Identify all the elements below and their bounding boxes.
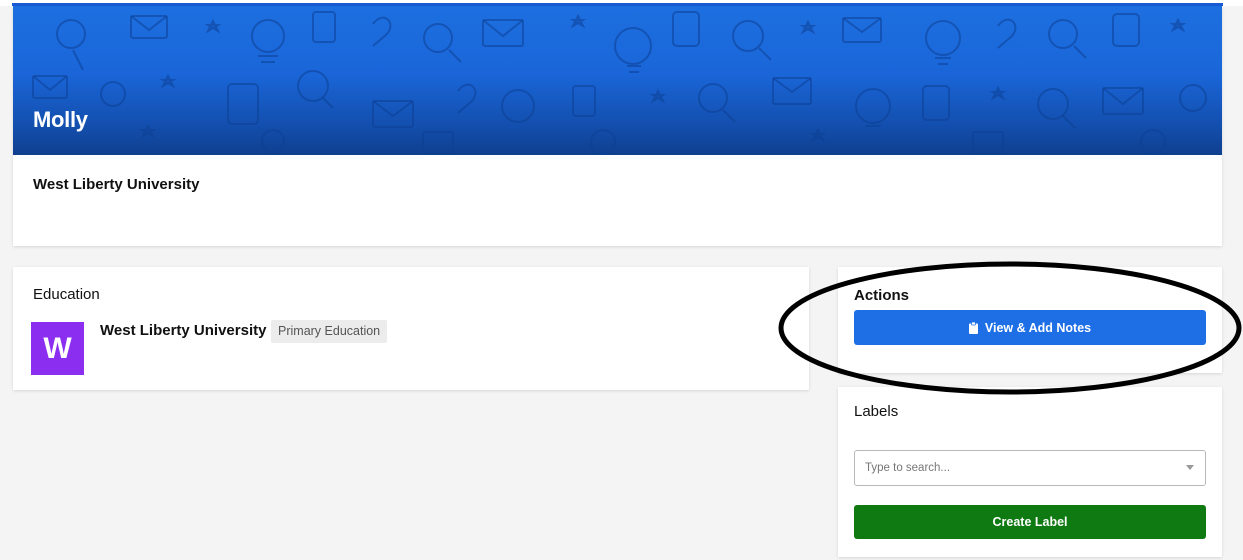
banner-pattern	[32, 11, 1207, 155]
education-school-name[interactable]: West Liberty University	[100, 322, 266, 339]
create-label-button[interactable]: Create Label	[854, 505, 1206, 539]
profile-banner: Molly	[13, 6, 1222, 155]
profile-name: Molly	[33, 107, 88, 132]
actions-title: Actions	[854, 287, 910, 304]
chevron-down-icon[interactable]	[1186, 465, 1194, 470]
label-search-input[interactable]	[865, 451, 1175, 485]
labels-card: Labels Create Label	[838, 387, 1222, 557]
profile-header-card: Molly West Liberty University	[13, 6, 1222, 246]
education-program-tag: Primary Education	[271, 320, 388, 343]
school-logo: W	[31, 322, 84, 375]
actions-card: Actions View & Add Notes	[838, 267, 1222, 373]
education-card: Education W West Liberty University Prim…	[13, 267, 809, 390]
education-title: Education	[33, 286, 100, 303]
view-add-notes-label: View & Add Notes	[984, 320, 1092, 335]
view-add-notes-button[interactable]: View & Add Notes	[854, 310, 1206, 345]
profile-school: West Liberty University	[33, 176, 200, 193]
labels-title: Labels	[854, 403, 899, 420]
clipboard-icon	[968, 321, 978, 334]
label-search-select[interactable]	[854, 450, 1206, 486]
